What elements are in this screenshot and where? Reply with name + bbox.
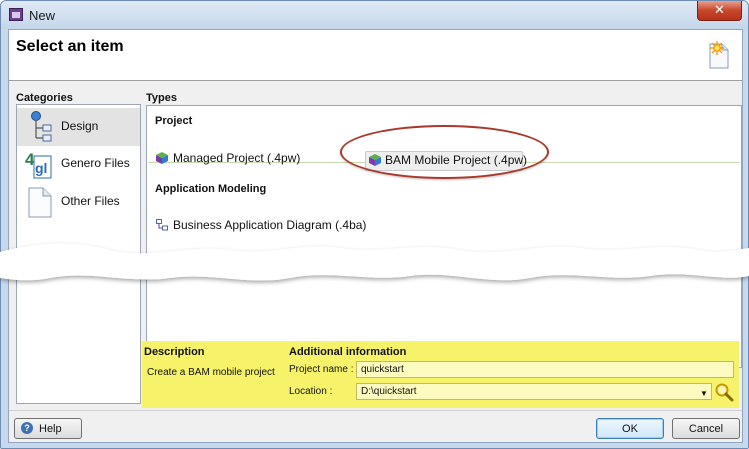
app-icon [9,8,23,21]
page-title: Select an item [16,38,124,55]
types-label: Types [146,92,177,104]
help-button-label: Help [39,423,62,435]
project-name-label: Project name : [289,364,354,375]
category-label-design: Design [61,119,99,133]
project-name-input[interactable] [356,361,734,378]
new-item-sparkle-icon [709,41,729,69]
category-label-genero-files: Genero Files [61,156,130,170]
section-header-project: Project [155,115,193,127]
additional-information-label: Additional information [289,346,407,358]
design-tree-icon [31,111,52,142]
type-item-managed-project[interactable]: Managed Project (.4pw) [156,150,326,168]
annotation-highlight-ellipse [340,125,549,179]
footer-divider [9,410,742,411]
dialog-header: Select an item [9,30,742,81]
project-cube-icon [156,152,168,164]
location-combo-input[interactable] [356,383,712,400]
description-label: Description [144,346,205,358]
svg-text:gl: gl [35,160,47,176]
browse-magnifier-icon[interactable] [714,382,734,402]
genero-4gl-icon: 4 gl [25,150,52,179]
blank-file-icon [28,187,52,218]
cancel-button[interactable]: Cancel [672,418,740,439]
category-item-genero-files[interactable]: 4 gl Genero Files [17,145,140,183]
section-header-application-modeling: Application Modeling [155,183,267,195]
title-bar[interactable]: New ✕ [1,1,748,29]
close-button[interactable]: ✕ [697,1,742,21]
type-label-managed-project: Managed Project (.4pw) [173,151,301,165]
category-item-design[interactable]: Design [17,108,140,146]
categories-label: Categories [16,92,73,104]
torn-edge-break [0,243,749,281]
chevron-down-icon[interactable]: ▼ [700,389,708,398]
help-button[interactable]: ? Help [14,418,82,439]
category-item-other-files[interactable]: Other Files [17,183,140,221]
category-label-other-files: Other Files [61,194,120,208]
window-title: New [29,8,56,23]
help-icon: ? [21,422,33,434]
location-label: Location : [289,386,333,397]
description-text: Create a BAM mobile project [147,367,275,378]
ok-button[interactable]: OK [596,418,664,439]
